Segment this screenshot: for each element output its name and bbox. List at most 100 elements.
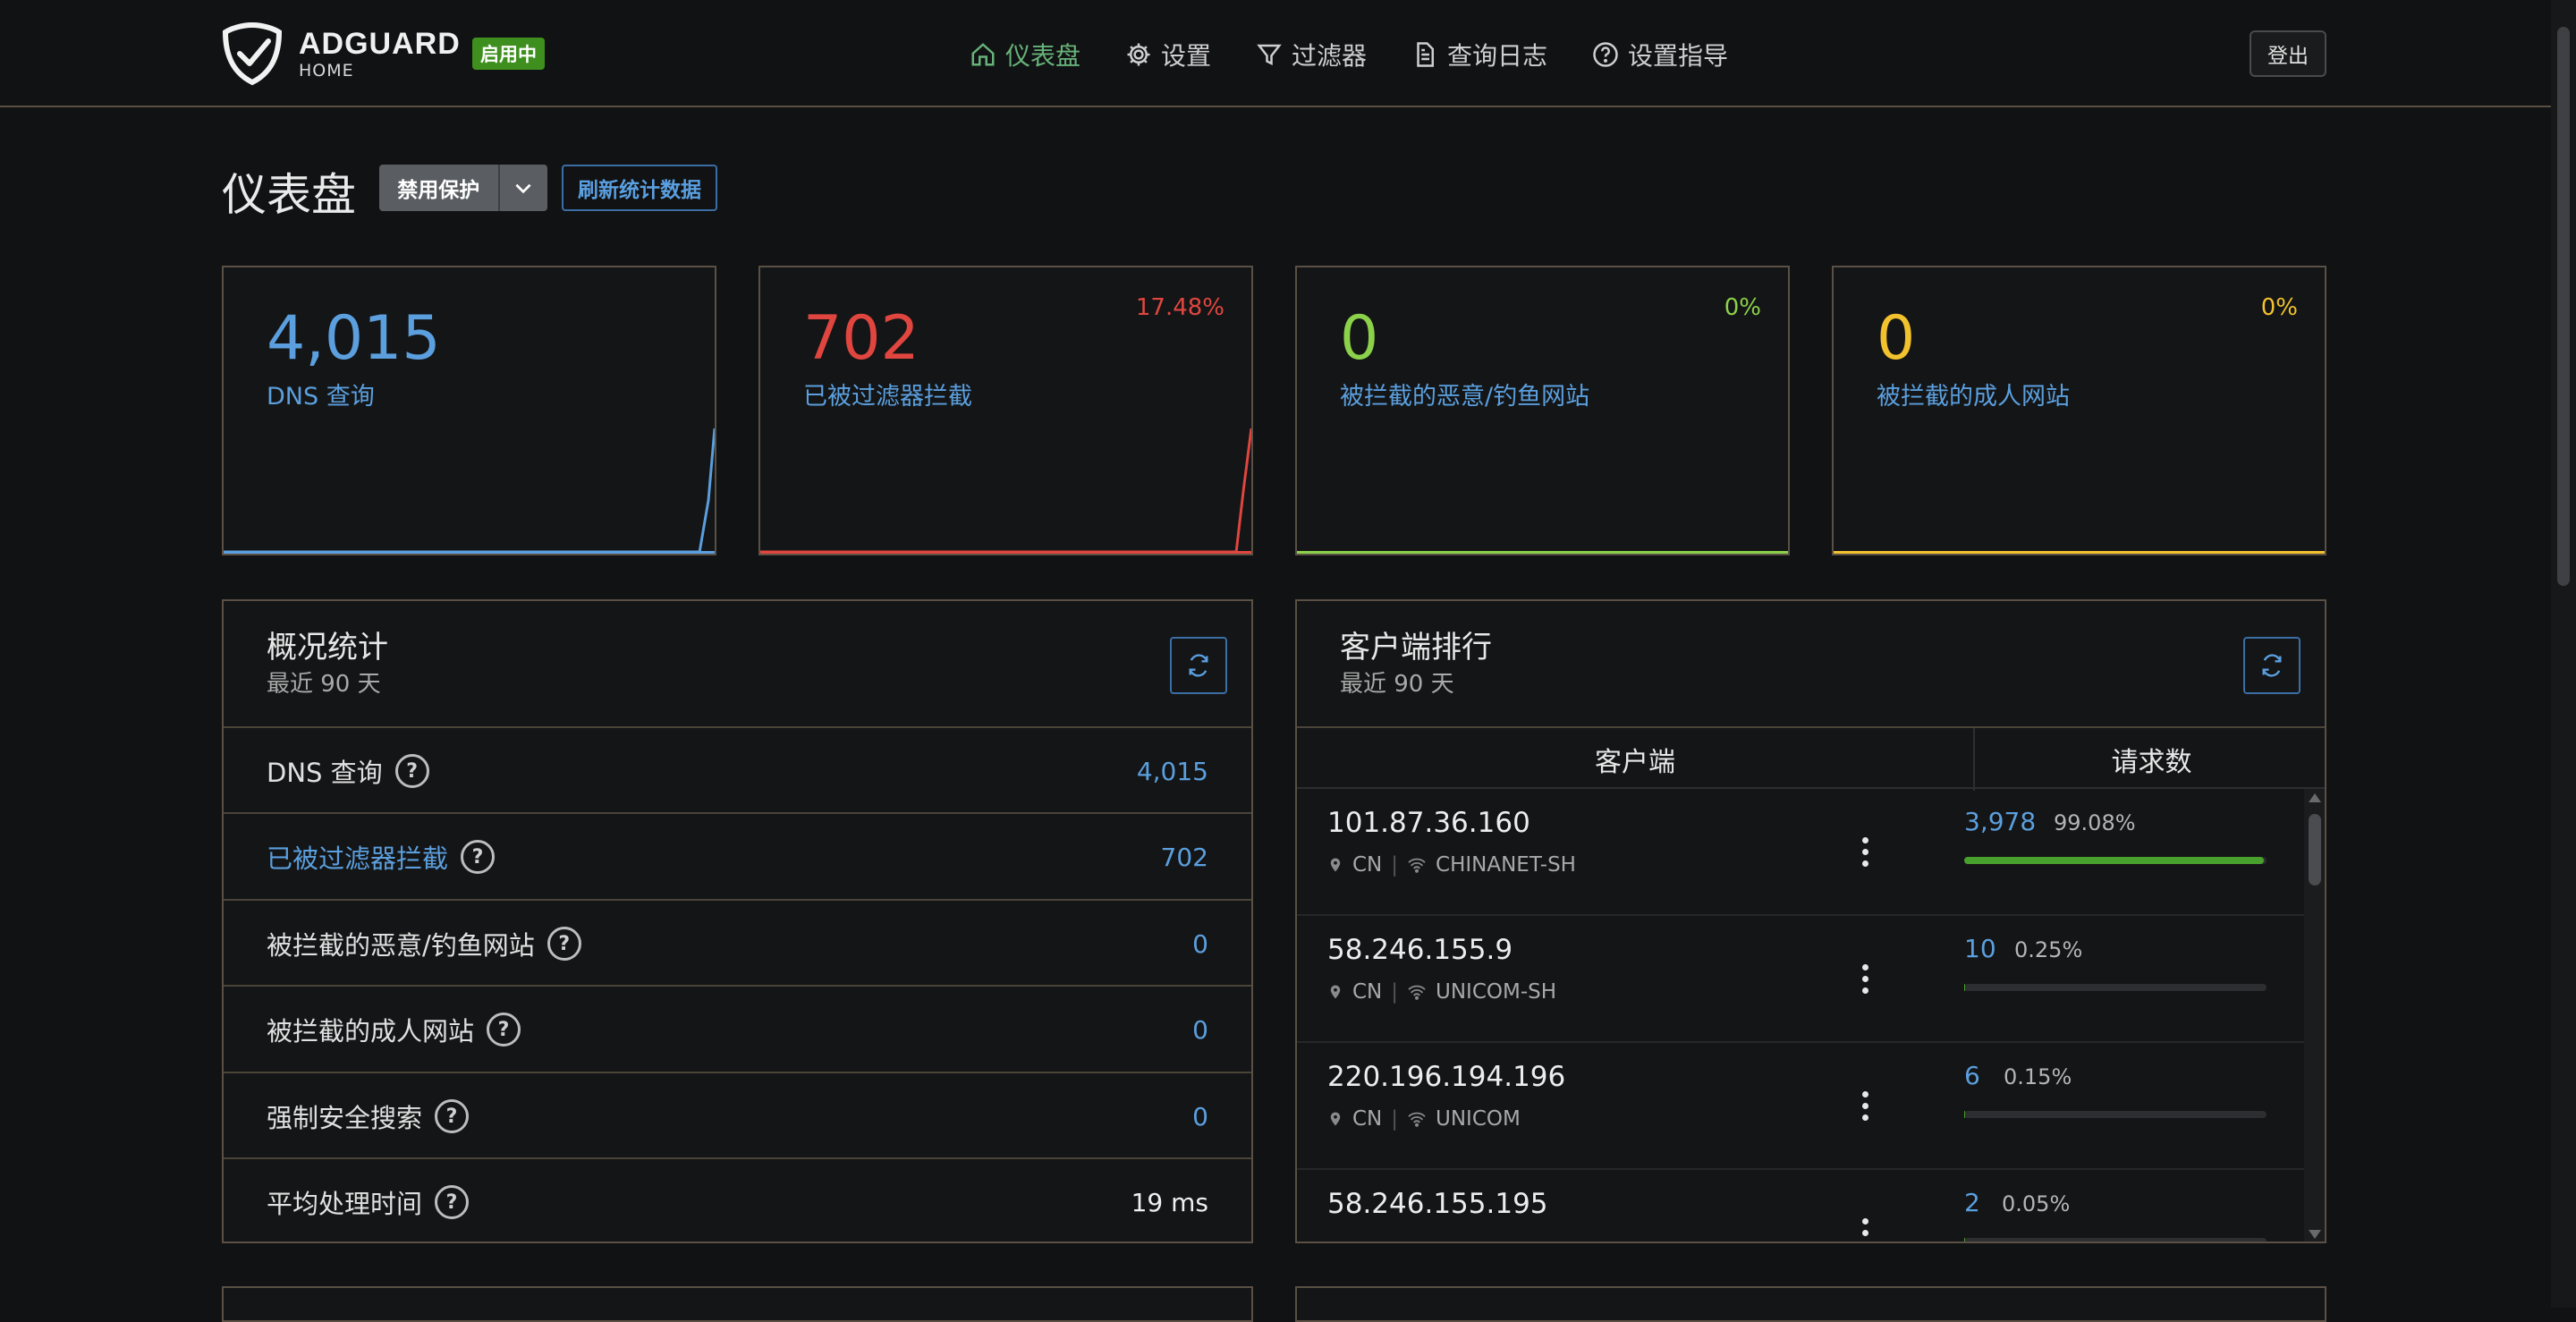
blocked-by-filters-label: 已被过滤器拦截 xyxy=(803,377,972,411)
stat-row-malware-label-wrap: 被拦截的恶意/钓鱼网站? xyxy=(267,901,581,987)
client-actions-menu-button[interactable] xyxy=(1852,1079,1878,1132)
network-icon xyxy=(1407,984,1427,1000)
refresh-statistics-button[interactable]: 刷新统计数据 xyxy=(562,165,717,211)
lower-left-panel xyxy=(222,1286,1253,1322)
network-icon xyxy=(1407,1111,1427,1127)
client-actions-menu-button[interactable] xyxy=(1852,825,1878,878)
adult-websites-card[interactable]: 0% 0 被拦截的成人网站 xyxy=(1832,266,2326,555)
home-icon xyxy=(970,41,996,68)
dns-queries-count: 4,015 xyxy=(267,303,441,374)
protection-status-badge: 启用中 xyxy=(472,38,545,70)
stat-row-dns-queries: DNS 查询? 4,015 xyxy=(224,726,1251,814)
stat-row-value[interactable]: 0 xyxy=(1192,901,1208,987)
general-statistics-refresh-button[interactable] xyxy=(1170,637,1227,694)
stat-row-adult-websites: 被拦截的成人网站? 0 xyxy=(224,985,1251,1072)
clients-table-scrollbar[interactable] xyxy=(2304,789,2326,1243)
help-circle-icon xyxy=(1592,41,1619,68)
adult-websites-accent-bar xyxy=(1834,551,2325,554)
stat-row-value[interactable]: 702 xyxy=(1161,814,1208,900)
client-row[interactable]: 220.196.194.196 CN | UNICOM 6 0.15% xyxy=(1297,1043,2308,1170)
client-country: CN xyxy=(1352,853,1382,877)
stat-row-avg-processing-time: 平均处理时间? 19 ms xyxy=(224,1157,1251,1245)
nav-settings[interactable]: 设置 xyxy=(1125,36,1211,73)
nav-filters-label: 过滤器 xyxy=(1292,37,1367,72)
help-icon[interactable]: ? xyxy=(435,1185,469,1219)
stat-row-value[interactable]: 4,015 xyxy=(1137,728,1208,814)
client-request-percent: 0.15% xyxy=(2004,1064,2072,1089)
brand-name[interactable]: ADGUARD xyxy=(299,27,461,62)
client-row[interactable]: 101.87.36.160 CN | CHINANET-SH 3,978 99.… xyxy=(1297,789,2308,916)
column-header-client[interactable]: 客户端 xyxy=(1297,728,1973,791)
dns-queries-card[interactable]: 4,015 DNS 查询 xyxy=(222,266,716,555)
location-pin-icon xyxy=(1327,857,1343,873)
malware-phishing-card[interactable]: 0% 0 被拦截的恶意/钓鱼网站 xyxy=(1295,266,1790,555)
stat-row-malware-phishing: 被拦截的恶意/钓鱼网站? 0 xyxy=(224,899,1251,987)
help-icon[interactable]: ? xyxy=(395,754,429,788)
disable-protection-button[interactable]: 禁用保护 xyxy=(379,165,498,211)
help-icon[interactable]: ? xyxy=(461,840,495,874)
client-meta: CN | UNICOM xyxy=(1327,1107,1521,1131)
disable-protection-dropdown-toggle[interactable] xyxy=(498,165,547,211)
gear-icon xyxy=(1125,41,1152,68)
stat-row-label-link[interactable]: 已被过滤器拦截 xyxy=(267,838,448,876)
nav-dashboard[interactable]: 仪表盘 xyxy=(970,36,1080,73)
meta-separator: | xyxy=(1391,980,1398,1004)
nav-dashboard-label: 仪表盘 xyxy=(1005,37,1080,72)
adguard-shield-logo[interactable] xyxy=(220,21,284,86)
client-request-bar xyxy=(1964,984,2267,991)
network-icon xyxy=(1407,857,1427,873)
meta-separator: | xyxy=(1391,1107,1398,1131)
nav-query-log[interactable]: 查询日志 xyxy=(1411,36,1547,73)
nav-settings-label: 设置 xyxy=(1161,37,1211,72)
location-pin-icon xyxy=(1327,984,1343,1000)
client-country: CN xyxy=(1352,980,1382,1004)
stat-row-blocked-by-filters: 已被过滤器拦截? 702 xyxy=(224,812,1251,900)
blocked-by-filters-percent: 17.48% xyxy=(1136,294,1224,321)
client-request-count[interactable]: 2 xyxy=(1964,1188,1980,1217)
stat-row-value[interactable]: 0 xyxy=(1192,1073,1208,1159)
client-request-percent: 0.25% xyxy=(2014,937,2082,962)
nav-filters[interactable]: 过滤器 xyxy=(1256,36,1367,73)
client-row[interactable]: 58.246.155.9 CN | UNICOM-SH 10 0.25% xyxy=(1297,916,2308,1043)
client-actions-menu-button[interactable] xyxy=(1852,1206,1878,1241)
client-row[interactable]: 58.246.155.195 2 0.05% xyxy=(1297,1170,2308,1241)
nav-setup-guide[interactable]: 设置指导 xyxy=(1592,36,1728,73)
stat-row-value[interactable]: 0 xyxy=(1192,987,1208,1072)
stat-row-label: 强制安全搜索 xyxy=(267,1097,422,1135)
client-request-count[interactable]: 10 xyxy=(1964,934,1996,963)
general-statistics-panel: 概况统计 最近 90 天 DNS 查询? 4,015 已被过滤器拦截? 702 … xyxy=(222,599,1253,1243)
scroll-down-arrow-icon[interactable] xyxy=(2308,1229,2322,1240)
stat-row-label: 被拦截的恶意/钓鱼网站 xyxy=(267,925,535,962)
client-request-count[interactable]: 6 xyxy=(1964,1061,1980,1090)
malware-phishing-label: 被拦截的恶意/钓鱼网站 xyxy=(1340,377,1589,411)
clients-table-scrollbar-thumb[interactable] xyxy=(2309,814,2321,886)
general-statistics-title: 概况统计 xyxy=(267,623,388,666)
stat-row-label: 被拦截的成人网站 xyxy=(267,1011,474,1048)
help-icon[interactable]: ? xyxy=(547,927,581,961)
client-meta: CN | UNICOM-SH xyxy=(1327,980,1556,1004)
top-clients-panel: 客户端排行 最近 90 天 客户端 请求数 101.87.36.160 CN |… xyxy=(1295,599,2326,1243)
clients-table-header: 客户端 请求数 xyxy=(1297,726,2326,789)
client-request-count[interactable]: 3,978 xyxy=(1964,807,2036,836)
page-scrollbar[interactable] xyxy=(2551,0,2576,1308)
help-icon[interactable]: ? xyxy=(435,1099,469,1133)
chevron-down-icon xyxy=(512,176,535,199)
stat-row-adult-label-wrap: 被拦截的成人网站? xyxy=(267,987,521,1072)
stat-row-blocked-label-wrap: 已被过滤器拦截? xyxy=(267,814,495,900)
client-ip: 58.246.155.195 xyxy=(1327,1188,1548,1220)
top-clients-refresh-button[interactable] xyxy=(2243,637,2301,694)
clients-table-body: 101.87.36.160 CN | CHINANET-SH 3,978 99.… xyxy=(1297,789,2308,1241)
blocked-by-filters-card[interactable]: 17.48% 702 已被过滤器拦截 xyxy=(758,266,1253,555)
logout-button[interactable]: 登出 xyxy=(2250,30,2326,77)
scroll-up-arrow-icon[interactable] xyxy=(2308,792,2322,803)
client-actions-menu-button[interactable] xyxy=(1852,952,1878,1005)
client-country: CN xyxy=(1352,1107,1382,1131)
brand-subtitle: HOME xyxy=(299,61,354,81)
client-network: UNICOM xyxy=(1436,1107,1521,1131)
blocked-by-filters-sparkline xyxy=(760,428,1251,554)
location-pin-icon xyxy=(1327,1111,1343,1127)
page-scrollbar-thumb[interactable] xyxy=(2557,27,2570,586)
client-request-bar-fill xyxy=(1964,984,1965,991)
column-header-requests[interactable]: 请求数 xyxy=(1975,728,2326,791)
help-icon[interactable]: ? xyxy=(487,1013,521,1047)
